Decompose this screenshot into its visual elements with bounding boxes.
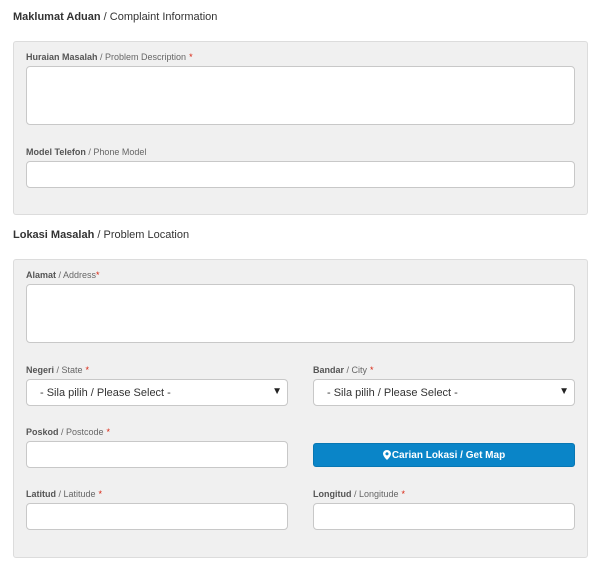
address-label: Alamat / Address* bbox=[26, 270, 100, 280]
required-marker: * bbox=[85, 365, 90, 375]
required-marker: * bbox=[370, 365, 374, 375]
phone-model-label-bm: Model Telefon bbox=[26, 147, 86, 157]
state-label-en: / State bbox=[54, 365, 83, 375]
postcode-label: Poskod / Postcode * bbox=[26, 427, 110, 437]
postcode-input[interactable] bbox=[26, 441, 288, 468]
state-select[interactable]: - Sila pilih / Please Select - ▼ bbox=[26, 379, 288, 406]
latitude-input[interactable] bbox=[26, 503, 288, 530]
address-label-en: / Address bbox=[56, 270, 97, 280]
city-label-en: / City bbox=[344, 365, 368, 375]
get-map-button[interactable]: Carian Lokasi / Get Map bbox=[313, 443, 575, 467]
get-map-button-label: Carian Lokasi / Get Map bbox=[391, 449, 506, 461]
latitude-label: Latitud / Latitude * bbox=[26, 489, 102, 499]
latitude-label-en: / Latitude bbox=[56, 489, 96, 499]
city-select-value: - Sila pilih / Please Select - bbox=[327, 387, 458, 399]
location-panel: Alamat / Address* Negeri / State * - Sila… bbox=[13, 259, 588, 558]
city-select[interactable]: - Sila pilih / Please Select - ▼ bbox=[313, 379, 575, 406]
longitude-label-bm: Longitud bbox=[313, 489, 352, 499]
required-marker: * bbox=[98, 489, 103, 499]
caret-down-icon: ▼ bbox=[272, 386, 282, 397]
phone-model-input[interactable] bbox=[26, 161, 575, 188]
problem-description-label-bm: Huraian Masalah bbox=[26, 52, 98, 62]
location-section-heading: Lokasi Masalah / Problem Location bbox=[13, 229, 189, 241]
location-heading-en: / Problem Location bbox=[94, 229, 190, 241]
city-label: Bandar / City * bbox=[313, 365, 374, 375]
required-marker: * bbox=[106, 427, 111, 437]
required-marker: * bbox=[401, 489, 406, 499]
state-select-value: - Sila pilih / Please Select - bbox=[40, 387, 171, 399]
address-textarea[interactable] bbox=[26, 284, 575, 343]
state-label-bm: Negeri bbox=[26, 365, 55, 375]
city-label-bm: Bandar bbox=[313, 365, 345, 375]
phone-model-label: Model Telefon / Phone Model bbox=[26, 147, 146, 157]
complaint-section-heading: Maklumat Aduan / Complaint Information bbox=[13, 11, 217, 23]
postcode-label-en: / Postcode bbox=[58, 427, 104, 437]
complaint-heading-bm: Maklumat Aduan bbox=[13, 11, 101, 23]
phone-model-label-en: / Phone Model bbox=[85, 147, 147, 157]
address-label-bm: Alamat bbox=[26, 270, 57, 280]
problem-description-label-en: / Problem Description bbox=[97, 52, 187, 62]
problem-description-textarea[interactable] bbox=[26, 66, 575, 125]
longitude-input[interactable] bbox=[313, 503, 575, 530]
longitude-label: Longitud / Longitude * bbox=[313, 489, 405, 499]
problem-description-label: Huraian Masalah / Problem Description * bbox=[26, 52, 193, 62]
complaint-panel: Huraian Masalah / Problem Description * M… bbox=[13, 41, 588, 215]
required-marker: * bbox=[96, 270, 100, 280]
latitude-label-bm: Latitud bbox=[26, 489, 56, 499]
location-heading-bm: Lokasi Masalah bbox=[13, 229, 95, 241]
postcode-label-bm: Poskod bbox=[26, 427, 59, 437]
complaint-heading-en: / Complaint Information bbox=[100, 11, 218, 23]
state-label: Negeri / State * bbox=[26, 365, 89, 375]
map-marker-icon bbox=[382, 450, 391, 460]
longitude-label-en: / Longitude bbox=[351, 489, 399, 499]
caret-down-icon: ▼ bbox=[559, 386, 569, 397]
required-marker: * bbox=[189, 52, 193, 62]
